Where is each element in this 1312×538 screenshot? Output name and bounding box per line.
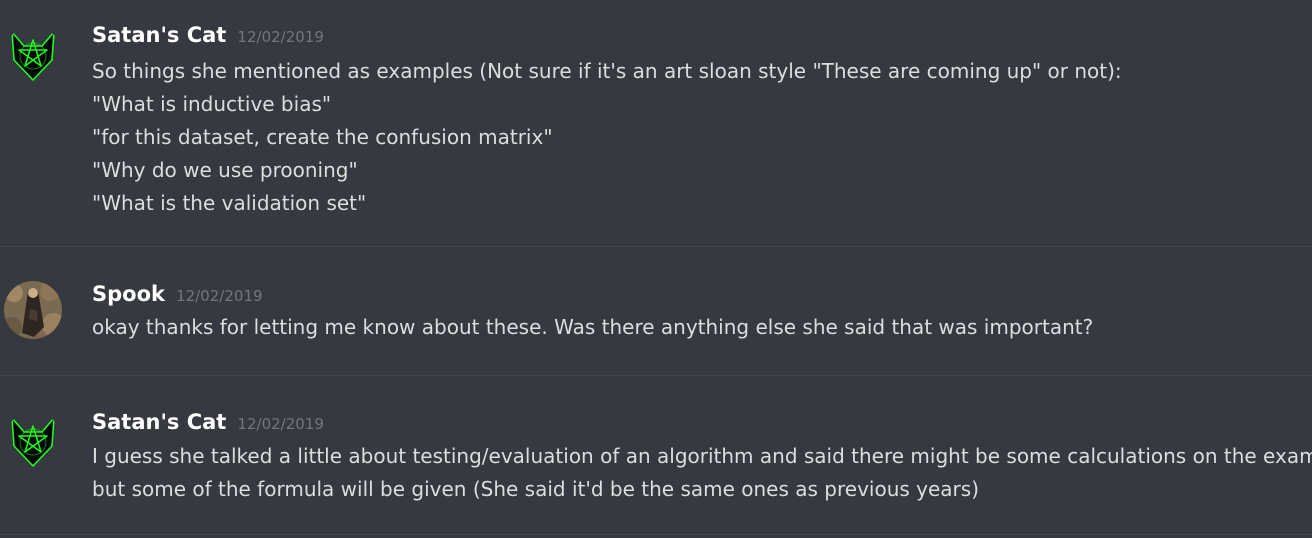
message-divider bbox=[0, 375, 1312, 376]
message-divider bbox=[0, 534, 1312, 535]
avatar[interactable] bbox=[4, 26, 62, 84]
avatar[interactable] bbox=[4, 412, 62, 470]
chat-message-list: Satan's Cat 12/02/2019 So things she men… bbox=[0, 0, 1312, 538]
message-divider bbox=[0, 246, 1312, 247]
green-pentagram-cat-icon bbox=[4, 26, 62, 84]
green-pentagram-cat-icon bbox=[4, 412, 62, 470]
message-line: "What is inductive bias" bbox=[92, 92, 332, 116]
timestamp[interactable]: 12/02/2019 bbox=[237, 28, 323, 46]
message-header: Satan's Cat 12/02/2019 bbox=[92, 23, 324, 51]
message-line: but some of the formula will be given (S… bbox=[92, 477, 979, 501]
message-content: So things she mentioned as examples (Not… bbox=[92, 55, 1307, 220]
message-line: I guess she talked a little about testin… bbox=[92, 444, 1312, 468]
username[interactable]: Satan's Cat bbox=[92, 23, 226, 47]
message-line: okay thanks for letting me know about th… bbox=[92, 315, 1094, 339]
message-header: Spook 12/02/2019 bbox=[92, 282, 263, 310]
spook-avatar-image bbox=[4, 281, 62, 339]
message-header: Satan's Cat 12/02/2019 bbox=[92, 410, 324, 438]
timestamp[interactable]: 12/02/2019 bbox=[237, 415, 323, 433]
avatar[interactable] bbox=[4, 281, 62, 339]
message-content: okay thanks for letting me know about th… bbox=[92, 311, 1307, 344]
message-line: "Why do we use prooning" bbox=[92, 158, 358, 182]
message-content: I guess she talked a little about testin… bbox=[92, 440, 1312, 506]
message-line: "What is the validation set" bbox=[92, 191, 367, 215]
message-line: So things she mentioned as examples (Not… bbox=[92, 59, 1122, 83]
username[interactable]: Satan's Cat bbox=[92, 410, 226, 434]
message-line: "for this dataset, create the confusion … bbox=[92, 125, 553, 149]
timestamp[interactable]: 12/02/2019 bbox=[176, 287, 262, 305]
username[interactable]: Spook bbox=[92, 282, 165, 306]
